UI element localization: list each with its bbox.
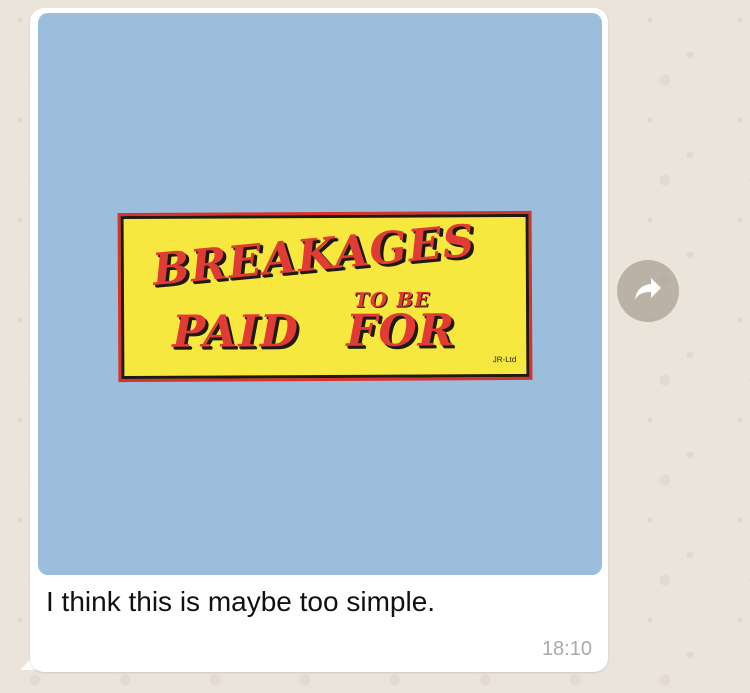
forward-button[interactable] <box>617 260 679 322</box>
sign-line-4: FOR <box>346 305 456 357</box>
message-image[interactable]: BREAKAGES TO BE PAID FOR JR-Ltd <box>38 13 602 575</box>
sign-mark: JR-Ltd <box>492 354 517 365</box>
sign-line-1: BREAKAGES <box>150 215 478 296</box>
sign-graphic: BREAKAGES TO BE PAID FOR JR-Ltd <box>117 210 533 383</box>
message-caption: I think this is maybe too simple. <box>46 586 436 617</box>
sign-line-3: PAID <box>172 306 300 358</box>
message-time: 18:10 <box>541 638 592 660</box>
forward-arrow-icon <box>633 276 663 307</box>
